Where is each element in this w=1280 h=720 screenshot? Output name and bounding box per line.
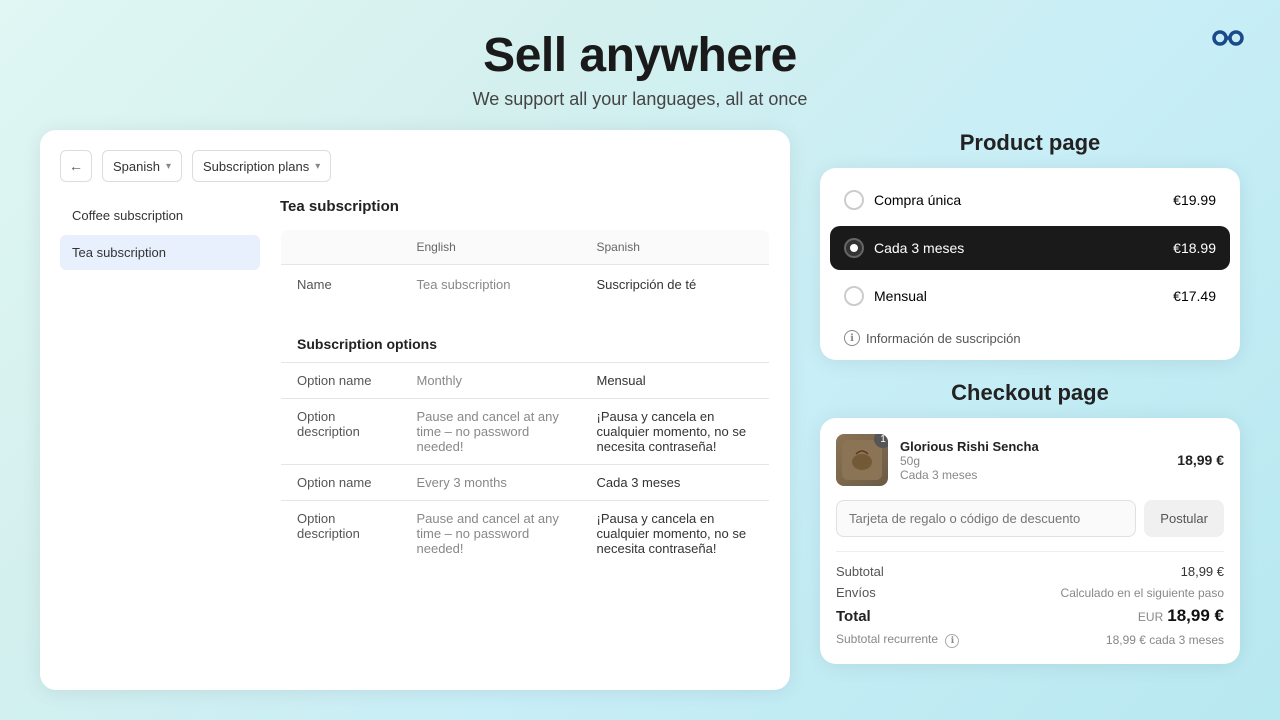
- checkout-product-name: Glorious Rishi Sencha: [900, 439, 1165, 454]
- table-row: Name Tea subscription Suscripción de té: [281, 265, 770, 305]
- col-label-header: [281, 230, 401, 265]
- chevron-down-icon: ▾: [315, 161, 320, 172]
- option-price-1: €19.99: [1173, 192, 1216, 208]
- plan-filter-dropdown[interactable]: Subscription plans ▾: [192, 150, 331, 182]
- subtotal-row: Subtotal 18,99 €: [836, 564, 1224, 579]
- checkout-page-title: Checkout page: [820, 380, 1240, 406]
- option-label-2: Cada 3 meses: [874, 240, 964, 256]
- sidebar: Coffee subscription Tea subscription: [60, 198, 260, 567]
- table-row: Option name Monthly Mensual: [281, 363, 770, 399]
- product-option-3[interactable]: Mensual €17.49: [830, 274, 1230, 318]
- radio-checked-icon: [844, 238, 864, 258]
- option-desc-spanish-1: ¡Pausa y cancela en cualquier momento, n…: [581, 399, 770, 465]
- subscription-plan-table: English Spanish Name Tea subscription Su…: [280, 229, 770, 305]
- product-option-1[interactable]: Compra única €19.99: [830, 178, 1230, 222]
- option-desc-label-2: Option description: [281, 501, 401, 567]
- options-header-row: Subscription options: [281, 326, 770, 363]
- shipping-value: Calculado en el siguiente paso: [1061, 586, 1224, 600]
- recurring-row: Subtotal recurrente ℹ 18,99 € cada 3 mes…: [836, 632, 1224, 648]
- right-panel: Product page Compra única €19.99 Cada 3 …: [820, 130, 1240, 690]
- radio-unchecked-icon: [844, 190, 864, 210]
- option-name-label-2: Option name: [281, 465, 401, 501]
- left-panel: ← Spanish ▾ Subscription plans ▾ Coffee …: [40, 130, 790, 690]
- option-price-3: €17.49: [1173, 288, 1216, 304]
- checkout-product-weight: 50g: [900, 454, 1165, 468]
- checkout-product-row: 1 Glorious Rishi Sencha 50g Cada 3 meses…: [836, 434, 1224, 486]
- subtotal-label: Subtotal: [836, 564, 884, 579]
- content-area: Coffee subscription Tea subscription Tea…: [60, 198, 770, 567]
- checkout-page-section: Checkout page 1: [820, 380, 1240, 664]
- table-row: Option description Pause and cancel at a…: [281, 399, 770, 465]
- col-english-header: English: [401, 230, 581, 265]
- plan-filter-label: Subscription plans: [203, 159, 309, 174]
- page-subtitle: We support all your languages, all at on…: [0, 89, 1280, 110]
- product-page-title: Product page: [820, 130, 1240, 156]
- table-row: Option name Every 3 months Cada 3 meses: [281, 465, 770, 501]
- radio-unchecked-icon: [844, 286, 864, 306]
- info-icon: ℹ: [945, 634, 959, 648]
- option-price-2: €18.99: [1173, 240, 1216, 256]
- col-spanish-header: Spanish: [581, 230, 770, 265]
- option-desc-english-2: Pause and cancel at any time – no passwo…: [401, 501, 581, 567]
- product-card: Compra única €19.99 Cada 3 meses €18.99: [820, 168, 1240, 360]
- checkout-card: 1 Glorious Rishi Sencha 50g Cada 3 meses…: [820, 418, 1240, 664]
- total-label: Total: [836, 608, 871, 625]
- language-dropdown[interactable]: Spanish ▾: [102, 150, 182, 182]
- recurring-value: 18,99 € cada 3 meses: [1106, 633, 1224, 647]
- language-label: Spanish: [113, 159, 160, 174]
- total-value: EUR 18,99 €: [1138, 606, 1224, 626]
- option-name-english-2: Every 3 months: [401, 465, 581, 501]
- option-name-label-1: Option name: [281, 363, 401, 399]
- options-header-label: Subscription options: [281, 326, 770, 363]
- chevron-down-icon: ▾: [166, 161, 171, 172]
- recurring-label: Subtotal recurrente ℹ: [836, 632, 959, 648]
- shipping-label: Envíos: [836, 585, 876, 600]
- product-thumbnail: 1: [836, 434, 888, 486]
- row-name-english: Tea subscription: [401, 265, 581, 305]
- grand-total-row: Total EUR 18,99 €: [836, 606, 1224, 626]
- info-circle-icon: ℹ: [844, 330, 860, 346]
- option-name-spanish-1: Mensual: [581, 363, 770, 399]
- total-currency: EUR: [1138, 610, 1163, 624]
- subtotal-value: 18,99 €: [1181, 564, 1224, 579]
- toolbar: ← Spanish ▾ Subscription plans ▾: [60, 150, 770, 182]
- totals-section: Subtotal 18,99 € Envíos Calculado en el …: [836, 551, 1224, 648]
- option-name-english-1: Monthly: [401, 363, 581, 399]
- option-desc-label-1: Option description: [281, 399, 401, 465]
- row-name-label: Name: [281, 265, 401, 305]
- main-content: Tea subscription English Spanish Name: [260, 198, 770, 567]
- row-name-spanish: Suscripción de té: [581, 265, 770, 305]
- product-option-2[interactable]: Cada 3 meses €18.99: [830, 226, 1230, 270]
- back-button[interactable]: ←: [60, 150, 92, 182]
- apply-discount-button[interactable]: Postular: [1144, 500, 1224, 537]
- subscription-info-text: Información de suscripción: [866, 331, 1021, 346]
- page-header: Sell anywhere We support all your langua…: [0, 0, 1280, 130]
- subscription-options-table: Subscription options Option name Monthly…: [280, 325, 770, 567]
- section-title: Tea subscription: [280, 198, 770, 215]
- discount-row: Postular: [836, 500, 1224, 537]
- option-desc-english-1: Pause and cancel at any time – no passwo…: [401, 399, 581, 465]
- subscription-info-row: ℹ Información de suscripción: [830, 322, 1230, 350]
- option-desc-spanish-2: ¡Pausa y cancela en cualquier momento, n…: [581, 501, 770, 567]
- page-title: Sell anywhere: [0, 28, 1280, 83]
- shipping-row: Envíos Calculado en el siguiente paso: [836, 585, 1224, 600]
- sidebar-item-tea[interactable]: Tea subscription: [60, 235, 260, 270]
- table-row: Option description Pause and cancel at a…: [281, 501, 770, 567]
- checkout-product-price: 18,99 €: [1177, 452, 1224, 468]
- checkout-product-subscription: Cada 3 meses: [900, 468, 1165, 482]
- option-label-3: Mensual: [874, 288, 927, 304]
- sidebar-item-coffee[interactable]: Coffee subscription: [60, 198, 260, 233]
- option-name-spanish-2: Cada 3 meses: [581, 465, 770, 501]
- total-amount: 18,99 €: [1167, 606, 1224, 625]
- discount-input[interactable]: [836, 500, 1136, 537]
- option-label-1: Compra única: [874, 192, 961, 208]
- product-page-section: Product page Compra única €19.99 Cada 3 …: [820, 130, 1240, 360]
- logo: [1206, 24, 1250, 57]
